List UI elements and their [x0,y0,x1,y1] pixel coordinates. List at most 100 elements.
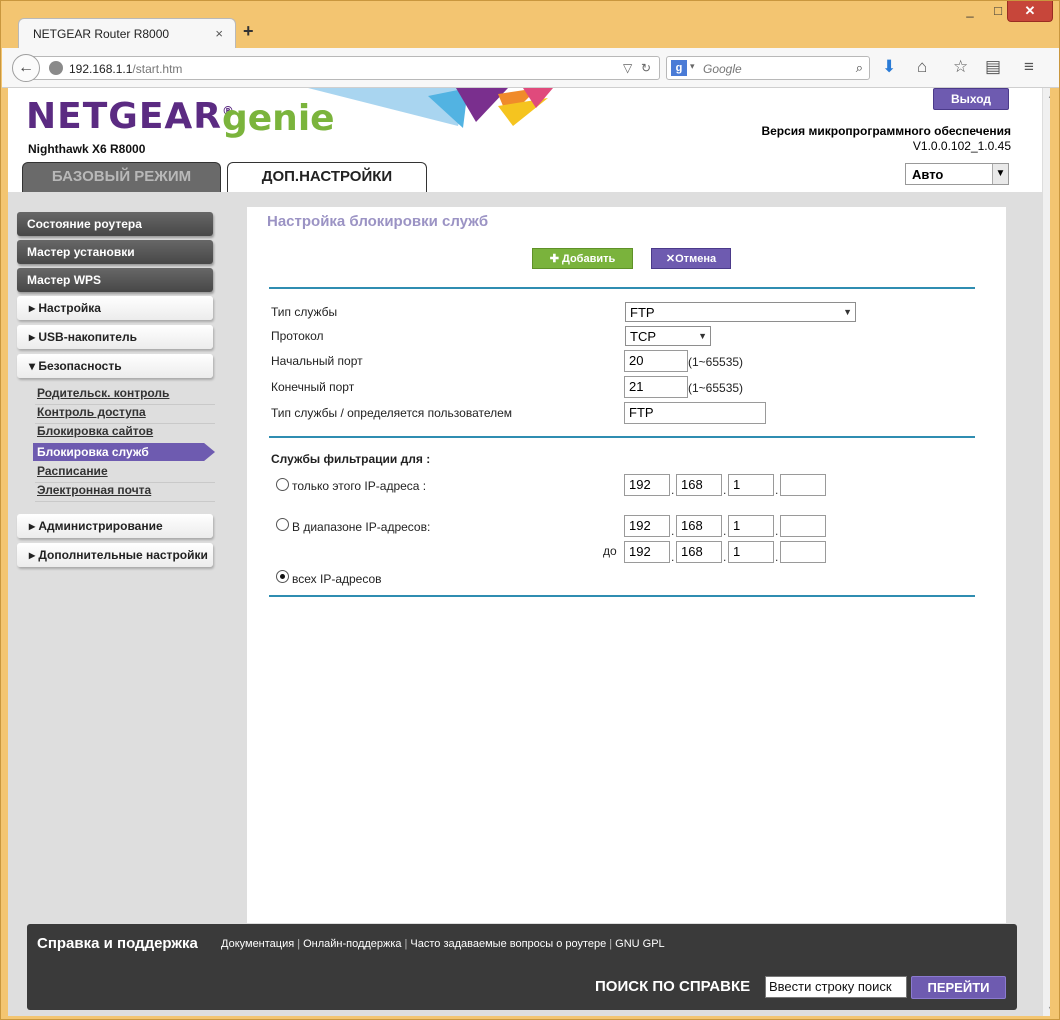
magnifier-icon[interactable]: ⌕ [856,60,863,76]
browser-tab[interactable]: NETGEAR Router R8000 × [18,18,236,48]
filter-section-title: Службы фильтрации для : [271,452,431,466]
cancel-button[interactable]: ✕Отмена [651,248,731,269]
chevron-down-icon: ▼ [843,307,852,317]
link-documentation[interactable]: Документация [221,938,294,950]
genie-logo: genie [222,98,335,139]
globe-icon [49,61,63,75]
minimize-button[interactable]: _ [957,1,983,21]
tab-advanced[interactable]: ДОП.НАСТРОЙКИ [227,162,427,192]
ip-dot: . [723,550,727,564]
range-to-octet-1[interactable]: 192 [624,541,670,563]
radio-all-ip[interactable] [276,570,289,583]
sidebar-item-schedule[interactable]: Расписание [37,464,108,478]
sidebar-item-setup-wizard[interactable]: Мастер установки [17,240,213,264]
bookmarks-menu-icon[interactable]: ▤ [985,57,1001,77]
bookmark-star-icon[interactable]: ☆ [953,57,968,77]
only-ip-octet-3[interactable]: 1 [728,474,774,496]
range-from-octet-1[interactable]: 192 [624,515,670,537]
sidebar-item-router-status[interactable]: Состояние роутера [17,212,213,236]
protocol-select[interactable]: TCP ▼ [625,326,711,346]
radio-ip-range[interactable] [276,518,289,531]
sidebar-item-advanced-setup[interactable]: ▸ Дополнительные настройки [17,543,213,567]
page-scrollbar[interactable]: ▲ ▼ [1042,88,1050,1016]
scroll-up-icon[interactable]: ▲ [1047,90,1050,100]
tab-basic[interactable]: БАЗОВЫЙ РЕЖИМ [22,162,221,192]
router-page: NETGEAR® genie Nighthawk X6 R8000 Выход … [8,88,1050,1016]
end-port-label: Конечный порт [271,380,355,394]
help-search-label: ПОИСК ПО СПРАВКЕ [595,978,751,995]
language-select[interactable]: Авто ▼ [905,163,1009,185]
service-type-select[interactable]: FTP ▼ [625,302,856,322]
help-search-go-button[interactable]: ПЕРЕЙТИ [911,976,1006,999]
link-router-faq[interactable]: Часто задаваемые вопросы о роутере [410,938,606,950]
range-from-octet-4[interactable] [780,515,826,537]
close-window-button[interactable]: ✕ [1007,1,1053,22]
search-placeholder: Google [703,62,742,76]
hamburger-menu-icon[interactable]: ≡ [1024,57,1034,77]
scroll-down-icon[interactable]: ▼ [1047,1004,1050,1014]
sidebar-item-wps-wizard[interactable]: Мастер WPS [17,268,213,292]
language-value: Авто [912,167,944,182]
divider [35,501,215,502]
chevron-down-icon: ▼ [698,331,707,341]
range-to-octet-2[interactable]: 168 [676,541,722,563]
firmware-label: Версия микропрограммного обеспечения [761,124,1011,138]
ip-dot: . [775,483,779,497]
tab-close-icon[interactable]: × [215,26,223,41]
only-ip-octet-1[interactable]: 192 [624,474,670,496]
search-box[interactable]: g ▾ Google ⌕ [666,56,870,80]
protocol-value: TCP [630,329,656,344]
sidebar-item-block-services[interactable]: Блокировка служб [33,443,215,461]
sidebar-item-access-control[interactable]: Контроль доступа [37,405,146,419]
sidebar-item-security[interactable]: ▾ Безопасность [17,354,213,378]
help-search-input[interactable]: Ввести строку поиск [765,976,907,998]
url-text: 192.168.1.1/start.htm [69,62,183,76]
ip-dot: . [671,483,675,497]
sidebar-item-setup[interactable]: ▸ Настройка [17,296,213,320]
address-bar[interactable]: 192.168.1.1/start.htm ▽ ↻ [32,56,660,80]
only-ip-label: только этого IP-адреса : [292,479,427,493]
page-title: Настройка блокировки служб [267,213,489,230]
chevron-down-icon: ▼ [992,164,1008,184]
logout-button[interactable]: Выход [933,88,1009,110]
back-button[interactable]: ← [12,54,40,82]
service-type-label: Тип службы [271,305,338,319]
start-port-input[interactable]: 20 [624,350,688,372]
range-to-octet-3[interactable]: 1 [728,541,774,563]
start-port-hint: (1~65535) [688,355,744,369]
model-name: Nighthawk X6 R8000 [28,142,146,156]
firmware-version: V1.0.0.102_1.0.45 [912,139,1011,153]
range-from-octet-2[interactable]: 168 [676,515,722,537]
logo-decoration [308,88,553,128]
download-icon[interactable]: ⬇ [882,57,896,77]
user-defined-input[interactable]: FTP [624,402,766,424]
sidebar-item-administration[interactable]: ▸ Администрирование [17,514,213,538]
end-port-input[interactable]: 21 [624,376,688,398]
dropdown-arrow-icon[interactable]: ▽ [623,61,632,75]
link-gnu-gpl[interactable]: GNU GPL [615,938,665,950]
navigation-bar: 192.168.1.1/start.htm ▽ ↻ ← g ▾ Google ⌕… [2,48,1059,88]
ip-dot: . [671,524,675,538]
only-ip-octet-2[interactable]: 168 [676,474,722,496]
google-icon[interactable]: g [671,60,687,76]
sidebar-item-block-sites[interactable]: Блокировка сайтов [37,424,153,438]
link-online-support[interactable]: Онлайн-поддержка [303,938,401,950]
home-icon[interactable]: ⌂ [917,57,927,77]
range-to-octet-4[interactable] [780,541,826,563]
ip-dot: . [723,524,727,538]
sidebar-item-usb[interactable]: ▸ USB-накопитель [17,325,213,349]
radio-only-ip[interactable] [276,478,289,491]
all-ip-label: всех IP-адресов [292,572,382,586]
search-engine-dropdown-icon[interactable]: ▾ [690,61,695,72]
sidebar-item-parental-control[interactable]: Родительск. контроль [37,386,169,400]
divider [269,287,975,289]
content-panel: Настройка блокировки служб ✚ Добавить ✕О… [247,207,1006,923]
add-button[interactable]: ✚ Добавить [532,248,633,269]
sidebar-item-email[interactable]: Электронная почта [37,483,151,497]
only-ip-octet-4[interactable] [780,474,826,496]
new-tab-button[interactable]: + [243,21,254,42]
range-from-octet-3[interactable]: 1 [728,515,774,537]
help-links: Документация | Онлайн-поддержка | Часто зада… [221,938,665,950]
range-label: В диапазоне IP-адресов: [292,520,431,534]
reload-icon[interactable]: ↻ [641,61,651,75]
